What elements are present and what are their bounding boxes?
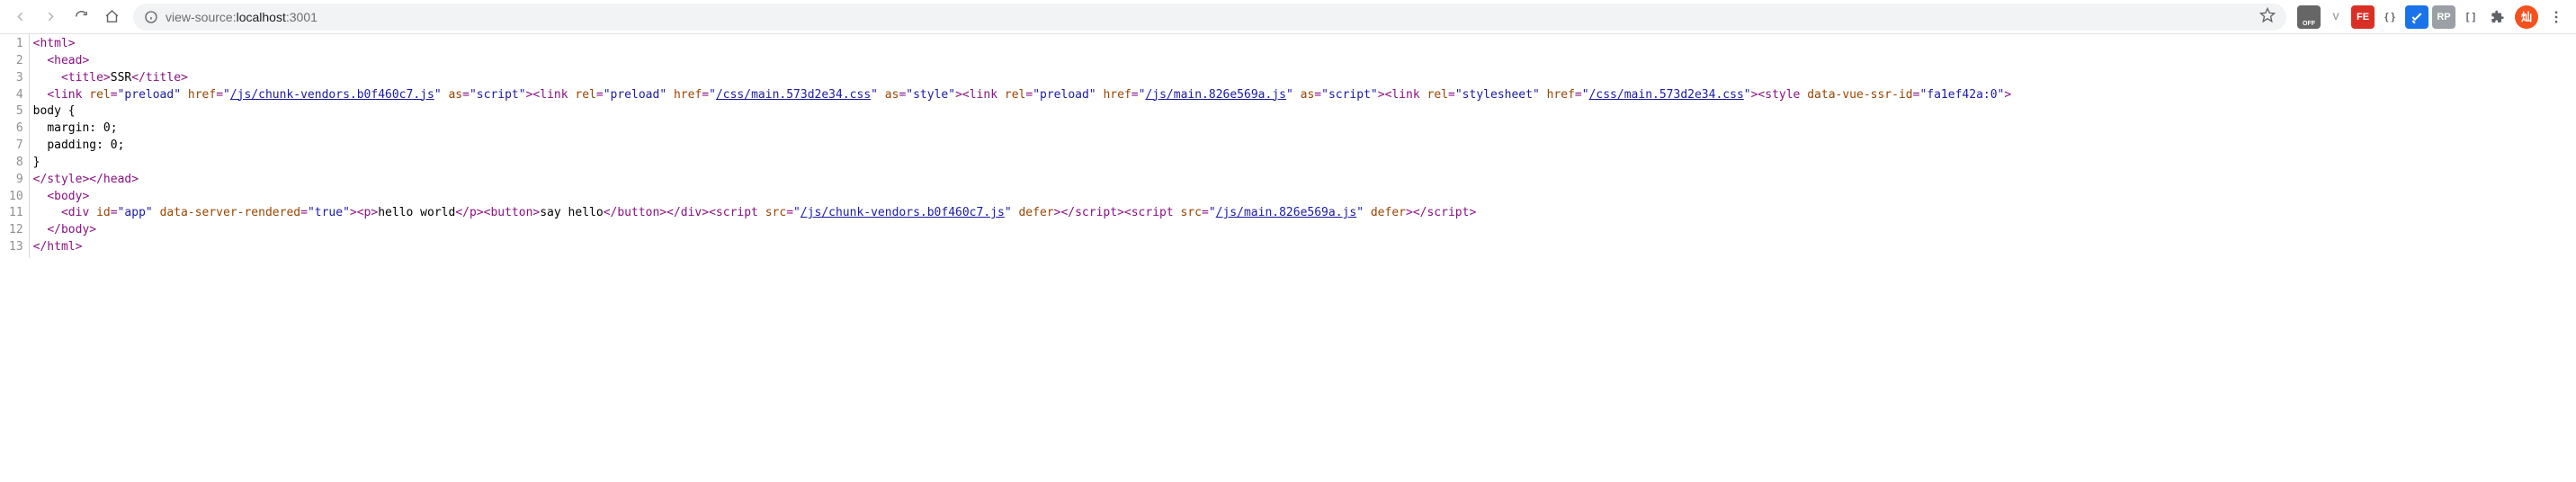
ext-puzzle[interactable] [2486, 5, 2509, 29]
extensions-row: OFFVFE{ } RP[ ] [2297, 5, 2509, 29]
line-number: 7 [9, 138, 23, 155]
back-button[interactable] [7, 4, 32, 30]
ext-braces[interactable]: { } [2378, 5, 2402, 29]
profile-avatar[interactable]: 灿 [2515, 5, 2538, 29]
bookmark-star-icon[interactable] [2259, 7, 2276, 26]
address-bar[interactable]: view-source:localhost:3001 [133, 4, 2286, 31]
line-number: 8 [9, 155, 23, 172]
source-line: <head> [33, 53, 2572, 70]
source-link[interactable]: /js/chunk-vendors.b0f460c7.js [801, 206, 1005, 219]
ext-hood[interactable]: OFF [2297, 5, 2321, 29]
browser-toolbar: view-source:localhost:3001 OFFVFE{ } RP[ … [0, 0, 2576, 34]
line-number: 3 [9, 70, 23, 87]
source-line: body { [33, 103, 2572, 120]
reload-button[interactable] [68, 4, 94, 30]
home-button[interactable] [99, 4, 124, 30]
forward-button[interactable] [38, 4, 63, 30]
source-link[interactable]: /js/main.826e569a.js [1145, 88, 1286, 102]
source-line: padding: 0; [33, 138, 2572, 155]
line-number: 1 [9, 36, 23, 53]
line-number-gutter: 12345678910111213 [0, 34, 30, 258]
line-number: 13 [9, 239, 23, 256]
line-number: 6 [9, 120, 23, 138]
source-line: </style></head> [33, 172, 2572, 189]
site-info-icon[interactable] [144, 10, 158, 24]
source-link[interactable]: /css/main.573d2e34.css [716, 88, 871, 102]
ext-bracket[interactable]: [ ] [2459, 5, 2482, 29]
source-line: <html> [33, 36, 2572, 53]
source-line: <link rel="preload" href="/js/chunk-vend… [33, 87, 2572, 104]
line-number: 11 [9, 205, 23, 222]
line-number: 2 [9, 53, 23, 70]
source-line: margin: 0; [33, 120, 2572, 138]
source-line: <div id="app" data-server-rendered="true… [33, 205, 2572, 222]
line-number: 4 [9, 87, 23, 104]
source-line: </body> [33, 222, 2572, 239]
overflow-menu-icon[interactable] [2544, 4, 2569, 30]
source-line: } [33, 155, 2572, 172]
source-link[interactable]: /js/chunk-vendors.b0f460c7.js [230, 88, 434, 102]
source-line: </html> [33, 239, 2572, 256]
source-link[interactable]: /js/main.826e569a.js [1216, 206, 1357, 219]
ext-grey[interactable]: RP [2432, 5, 2455, 29]
url-text: view-source:localhost:3001 [165, 10, 318, 24]
line-number: 10 [9, 189, 23, 206]
line-number: 9 [9, 172, 23, 189]
ext-vue[interactable]: V [2324, 5, 2348, 29]
line-number: 12 [9, 222, 23, 239]
ext-fe[interactable]: FE [2351, 5, 2375, 29]
ext-blue[interactable] [2405, 5, 2428, 29]
source-link[interactable]: /css/main.573d2e34.css [1589, 88, 1744, 102]
source-view: 12345678910111213 <html> <head> <title>S… [0, 34, 2576, 258]
line-number: 5 [9, 103, 23, 120]
source-line: <body> [33, 189, 2572, 206]
source-code[interactable]: <html> <head> <title>SSR</title> <link r… [30, 34, 2576, 258]
source-line: <title>SSR</title> [33, 70, 2572, 87]
